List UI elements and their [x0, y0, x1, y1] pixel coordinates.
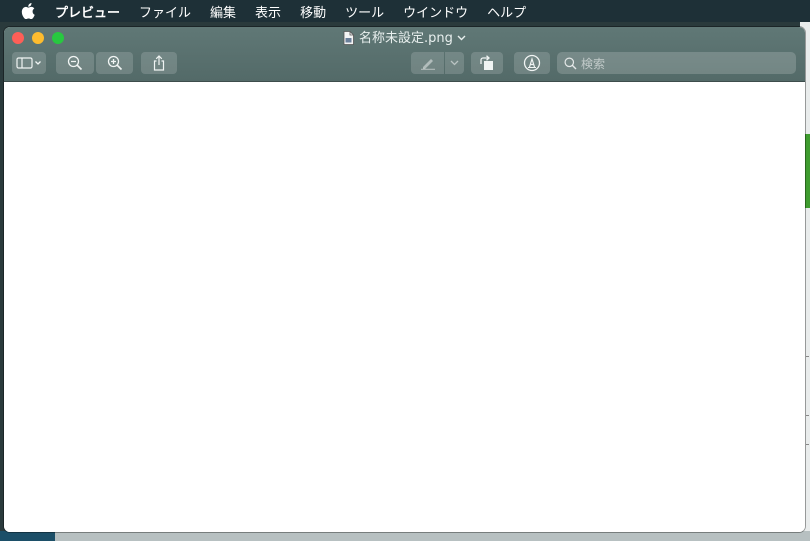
markup-button[interactable]	[514, 52, 550, 74]
highlight-options-button[interactable]	[445, 52, 464, 74]
apple-logo-icon[interactable]	[20, 3, 36, 19]
search-placeholder: 検索	[581, 56, 606, 71]
document-canvas[interactable]	[4, 82, 805, 532]
menu-tools[interactable]: ツール	[345, 2, 384, 21]
search-field[interactable]: 検索	[557, 52, 796, 74]
markup-icon	[523, 54, 541, 72]
rotate-button[interactable]	[471, 52, 503, 74]
menu-file[interactable]: ファイル	[139, 2, 191, 21]
share-button[interactable]	[141, 52, 177, 74]
menu-edit[interactable]: 編集	[210, 2, 236, 21]
document-icon	[343, 31, 354, 51]
highlighter-icon	[420, 56, 436, 70]
background-tick	[806, 444, 809, 445]
highlight-button[interactable]	[411, 52, 444, 74]
share-icon	[152, 55, 166, 71]
background-tick	[806, 356, 809, 357]
background-tick	[806, 415, 809, 416]
menu-window[interactable]: ウインドウ	[403, 2, 468, 21]
menu-go[interactable]: 移動	[300, 2, 326, 21]
background-dark-strip	[0, 531, 55, 541]
menu-view[interactable]: 表示	[255, 2, 281, 21]
chevron-down-icon[interactable]	[457, 29, 466, 47]
desktop-background-bottom	[0, 531, 810, 541]
menu-app-name[interactable]: プレビュー	[55, 2, 120, 21]
search-icon	[564, 57, 577, 70]
window-titlebar: 名称未設定.png 検索	[4, 27, 805, 82]
zoom-out-button[interactable]	[56, 52, 94, 74]
zoom-out-icon	[67, 55, 83, 71]
sidebar-toggle-icon	[16, 57, 42, 69]
menu-bar: プレビュー ファイル 編集 表示 移動 ツール ウインドウ ヘルプ	[0, 0, 810, 22]
window-title-text: 名称未設定.png	[359, 31, 453, 46]
window-title[interactable]: 名称未設定.png	[4, 29, 805, 51]
rotate-icon	[478, 55, 496, 71]
preview-window: 名称未設定.png 検索	[4, 27, 805, 532]
menu-help[interactable]: ヘルプ	[487, 2, 526, 21]
zoom-in-icon	[107, 55, 123, 71]
sidebar-toggle-button[interactable]	[12, 52, 46, 74]
zoom-in-button[interactable]	[96, 52, 133, 74]
chevron-down-icon	[450, 60, 459, 66]
